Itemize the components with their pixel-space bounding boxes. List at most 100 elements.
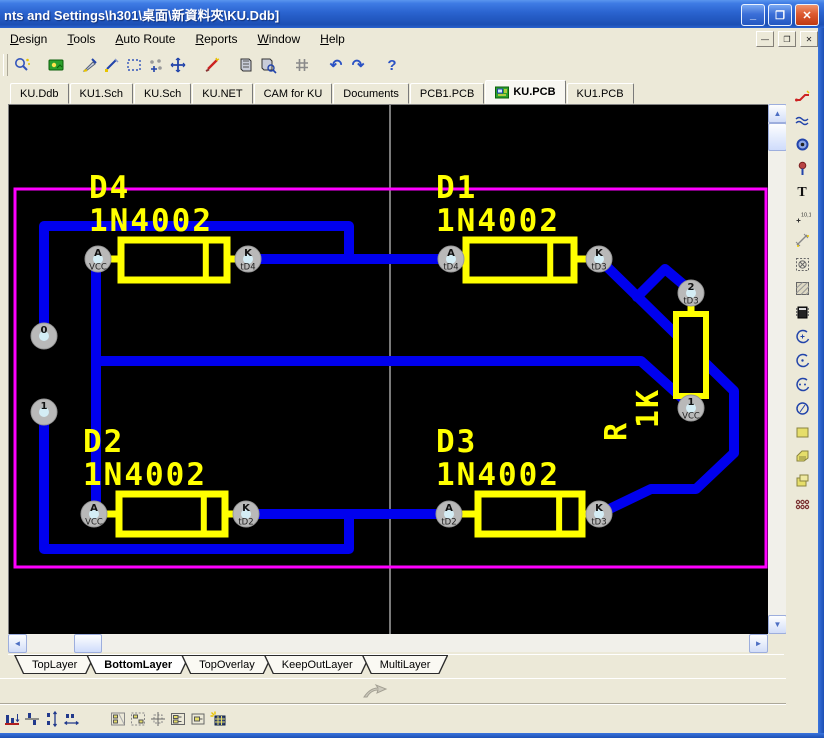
interactive-route-icon[interactable]	[792, 88, 812, 105]
document-tab-cam-for-ku[interactable]: CAM for KU	[254, 83, 333, 104]
pad-designator[interactable]: A	[445, 503, 453, 514]
arc-edge-icon[interactable]	[792, 328, 812, 345]
document-tab-ku-net[interactable]: KU.NET	[192, 83, 252, 104]
pad-net-label[interactable]: tD2	[441, 518, 456, 528]
pad-designator[interactable]: K	[595, 248, 604, 259]
document-tab-ku-sch[interactable]: KU.Sch	[134, 83, 191, 104]
horizontal-scrollbar[interactable]: ◄ ►	[8, 634, 768, 652]
pcb-canvas[interactable]: 01AVCCKtD4AtD4KtD3AVCCKtD2AtD2KtD32tD31V…	[8, 104, 769, 635]
redo-icon[interactable]: ↷	[347, 54, 369, 76]
diode-body-d4[interactable]	[121, 240, 227, 280]
silkscreen-label[interactable]: D3	[436, 424, 477, 460]
menu-design[interactable]: Design	[0, 30, 57, 48]
pad-net-label[interactable]: tD3	[683, 297, 698, 307]
pad-designator[interactable]: 0	[41, 325, 48, 336]
pad-designator[interactable]: 1	[688, 397, 695, 408]
diode-body-d1[interactable]	[466, 240, 574, 280]
pad-designator[interactable]: K	[595, 503, 604, 514]
space-horizontal-icon[interactable]	[62, 709, 82, 729]
silkscreen-label[interactable]: 1K	[631, 388, 666, 428]
document-tab-ku-ddb[interactable]: KU.Ddb	[10, 83, 69, 104]
pad-net-label[interactable]: VCC	[89, 263, 107, 273]
document-tab-pcb1-pcb[interactable]: PCB1.PCB	[410, 83, 484, 104]
title-bar[interactable]: nts and Settings\h301\桌面\新資料夾\KU.Ddb] _❐…	[0, 0, 824, 28]
pad-designator[interactable]: 1	[41, 401, 48, 412]
silkscreen-label[interactable]: D2	[83, 424, 124, 460]
layer-tab-keepoutlayer[interactable]: KeepOutLayer	[264, 655, 371, 674]
horizontal-scroll-thumb[interactable]	[74, 634, 102, 653]
document-tab-ku-pcb[interactable]: KU.PCB	[485, 80, 565, 104]
silkscreen-label[interactable]: 1N4002	[89, 203, 213, 239]
pad-designator[interactable]: 2	[688, 282, 695, 293]
crosshair-icon[interactable]	[167, 54, 189, 76]
silkscreen-label[interactable]: D4	[89, 170, 130, 206]
pad-net-label[interactable]: tD4	[443, 263, 458, 273]
image-browse-icon[interactable]	[45, 54, 67, 76]
vertical-scrollbar[interactable]: ▲ ▼	[768, 104, 786, 634]
resistor-body-r[interactable]	[676, 314, 706, 396]
pad-designator[interactable]: A	[90, 503, 98, 514]
layer-tab-bottomlayer[interactable]: BottomLayer	[86, 655, 190, 674]
space-vertical-icon[interactable]	[42, 709, 62, 729]
diode-body-d2[interactable]	[119, 494, 225, 534]
menu-help[interactable]: Help	[310, 30, 355, 48]
pad-net-label[interactable]: VCC	[682, 412, 700, 422]
maximize-button[interactable]: ❐	[768, 4, 792, 26]
knife-icon[interactable]	[79, 54, 101, 76]
document-tab-documents[interactable]: Documents	[333, 83, 409, 104]
arc-center-icon[interactable]	[792, 352, 812, 369]
silkscreen-label[interactable]: 1N4002	[436, 457, 560, 493]
component-icon[interactable]	[792, 304, 812, 321]
close-button[interactable]: ✕	[795, 4, 819, 26]
silkscreen-label[interactable]: 1N4002	[436, 203, 560, 239]
pad-designator[interactable]: K	[242, 503, 251, 514]
line-icon[interactable]	[101, 54, 123, 76]
move-component-icon[interactable]	[188, 709, 208, 729]
pad-designator[interactable]: A	[447, 248, 455, 259]
undo-icon[interactable]: ↶	[325, 54, 347, 76]
pad-net-label[interactable]: tD3	[591, 263, 606, 273]
menu-auto-route[interactable]: Auto Route	[105, 30, 185, 48]
menu-tools[interactable]: Tools	[57, 30, 105, 48]
scroll-left-button[interactable]: ◄	[8, 634, 27, 653]
pad-array-icon[interactable]	[792, 496, 812, 513]
pad-net-label[interactable]: tD3	[591, 518, 606, 528]
pad-designator[interactable]: A	[94, 248, 102, 259]
scroll-down-button[interactable]: ▼	[768, 615, 787, 634]
wand-icon[interactable]	[201, 54, 223, 76]
document-tab-ku1-pcb[interactable]: KU1.PCB	[567, 83, 634, 104]
scroll-up-button[interactable]: ▲	[768, 104, 787, 123]
move-pads-icon[interactable]	[145, 54, 167, 76]
library-icon[interactable]	[235, 54, 257, 76]
align-middle-icon[interactable]	[22, 709, 42, 729]
placement-grid-icon[interactable]	[208, 709, 228, 729]
string-icon[interactable]: T	[792, 184, 812, 201]
mdi-restore-button[interactable]: ❐	[778, 31, 796, 47]
diode-body-d3[interactable]	[478, 494, 582, 534]
menu-reports[interactable]: Reports	[185, 30, 247, 48]
pad-icon[interactable]	[792, 160, 812, 177]
silkscreen-label[interactable]: D1	[436, 170, 477, 206]
arc-any-icon[interactable]	[792, 376, 812, 393]
room-icon[interactable]	[792, 256, 812, 273]
pad-net-label[interactable]: VCC	[85, 518, 103, 528]
mdi-minimize-button[interactable]: —	[756, 31, 774, 47]
pad-designator[interactable]: K	[244, 248, 253, 259]
layer-tab-multilayer[interactable]: MultiLayer	[362, 655, 449, 674]
multi-line-icon[interactable]	[792, 112, 812, 129]
fill-icon[interactable]	[792, 424, 812, 441]
document-tab-ku1-sch[interactable]: KU1.Sch	[70, 83, 133, 104]
scroll-right-button[interactable]: ►	[749, 634, 768, 653]
arrange-outside-room-icon[interactable]	[128, 709, 148, 729]
vertical-scroll-thumb[interactable]	[768, 123, 787, 151]
room-components-icon[interactable]	[168, 709, 188, 729]
mdi-close-button[interactable]: ✕	[800, 31, 818, 47]
silkscreen-label[interactable]: 1N4002	[83, 457, 207, 493]
pad-net-label[interactable]: tD2	[238, 518, 253, 528]
dimension-icon[interactable]	[792, 232, 812, 249]
menu-window[interactable]: Window	[247, 30, 310, 48]
silkscreen-label[interactable]: R	[599, 421, 634, 441]
full-circle-icon[interactable]	[792, 400, 812, 417]
selection-icon[interactable]	[123, 54, 145, 76]
grid-icon[interactable]	[291, 54, 313, 76]
